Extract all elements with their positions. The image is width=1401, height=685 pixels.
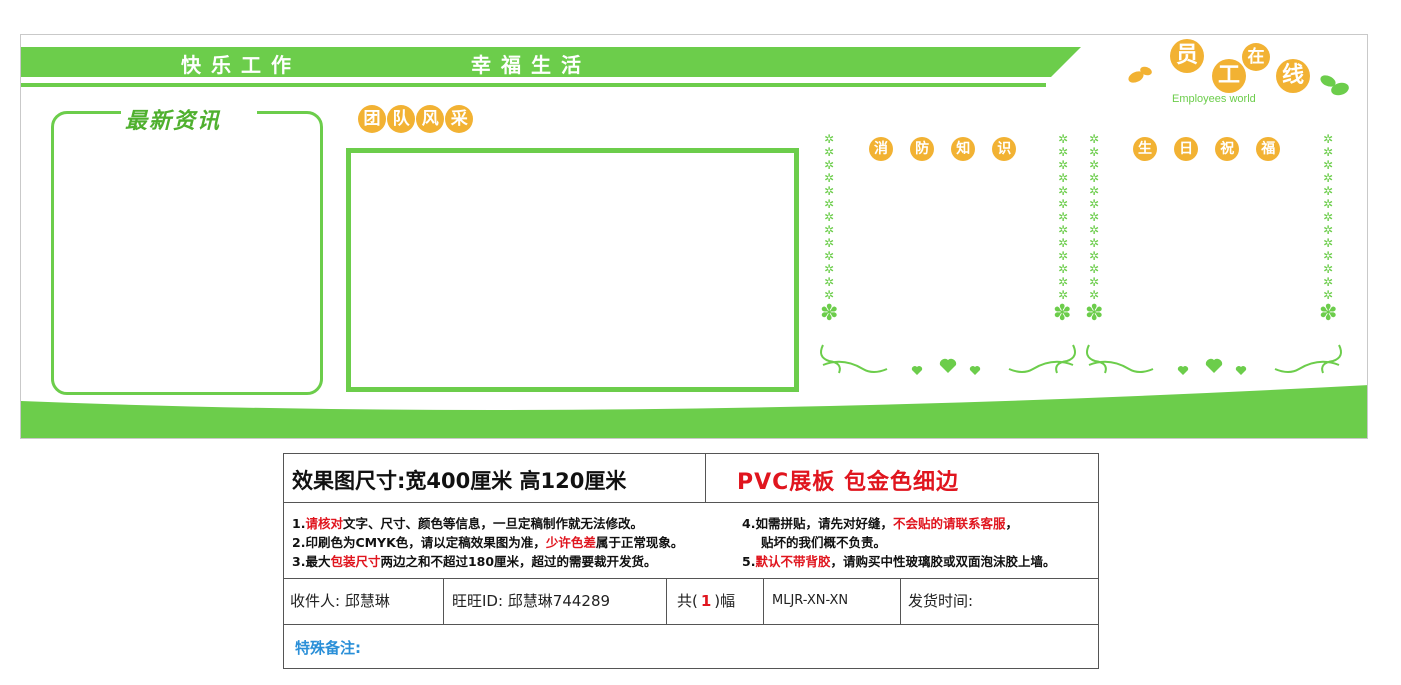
logo-char-4: 线: [1276, 59, 1310, 93]
flower-icon: ✽: [1319, 301, 1338, 326]
flower-icon: ✽: [820, 301, 839, 326]
birthday-char-1: 生: [1133, 137, 1157, 161]
flower-icon: ✽: [1053, 301, 1072, 326]
spec-table: 效果图尺寸:宽400厘米 高120厘米 PVC展板 包金色细边 1.请核对文字、…: [283, 453, 1099, 669]
team-photo-frame: [346, 148, 799, 392]
team-char-1: 团: [358, 105, 386, 133]
special-remark: 特殊备注:: [295, 639, 361, 657]
divider: [705, 454, 706, 502]
employees-online-logo: 员 工 在 线 Employees world: [1126, 35, 1366, 115]
note-4-line-2: 贴坏的我们概不负责。: [761, 535, 887, 550]
banner-slogan-right: 幸福生活: [471, 53, 591, 77]
spec-remark-row: 特殊备注:: [284, 624, 1098, 668]
bottom-wave: [21, 385, 1367, 438]
team-char-4: 采: [445, 105, 474, 133]
fire-char-4: 识: [992, 137, 1017, 161]
butterfly-left-icon: [1128, 66, 1152, 83]
team-title: 团 队 风 采: [358, 105, 474, 139]
wangwang-id: 旺旺ID: 邱慧琳744289: [452, 592, 611, 610]
divider: [900, 578, 901, 624]
team-char-2: 队: [387, 105, 416, 133]
banner-slogan-left: 快乐工作: [181, 53, 301, 77]
fire-knowledge-title: 消 防 知 识: [869, 137, 1028, 161]
spec-notes-row: 1.请核对文字、尺寸、颜色等信息，一旦定稿制作就无法修改。 2.印刷色为CMYK…: [284, 502, 1098, 579]
banner-underline: [21, 83, 1046, 87]
news-frame: [51, 111, 323, 395]
birthday-char-2: 日: [1174, 137, 1199, 161]
spec-shipping-row: 收件人: 邱慧琳 旺旺ID: 邱慧琳744289 共(1)幅 MLJR-XN-X…: [284, 578, 1098, 625]
spec-size-row: 效果图尺寸:宽400厘米 高120厘米 PVC展板 包金色细边: [284, 454, 1098, 503]
note-1: 1.请核对文字、尺寸、颜色等信息，一旦定稿制作就无法修改。: [292, 516, 643, 531]
fire-char-1: 消: [869, 137, 893, 161]
flower-icon: ✽: [1085, 301, 1104, 326]
star-border-right-1: ✲ ✲ ✲ ✲ ✲ ✲ ✲ ✲ ✲ ✲ ✲ ✲ ✲: [1057, 132, 1069, 302]
divider: [666, 578, 667, 624]
note-2: 2.印刷色为CMYK色，请以定稿效果图为准，少许色差属于正常现象。: [292, 535, 684, 550]
recipient: 收件人: 邱慧琳: [290, 592, 390, 610]
birthday-char-3: 祝: [1215, 137, 1240, 161]
note-5: 5.默认不带背胶，请购买中性玻璃胶或双面泡沫胶上墙。: [742, 554, 1056, 569]
fire-char-3: 知: [951, 137, 976, 161]
design-board: 快乐工作 幸福生活 员 工 在 线 Employees world 最新资讯 团…: [20, 34, 1368, 439]
ship-time: 发货时间:: [908, 592, 974, 610]
divider: [763, 578, 764, 624]
butterfly-right-icon: [1320, 75, 1349, 96]
material-label: PVC展板 包金色细边: [737, 470, 959, 495]
birthday-char-4: 福: [1256, 137, 1281, 161]
fire-char-2: 防: [910, 137, 935, 161]
logo-char-1: 员: [1170, 39, 1204, 73]
note-4: 4.如需拼贴，请先对好缝，不会贴的请联系客服，: [742, 516, 1018, 531]
logo-char-2: 工: [1212, 59, 1246, 93]
star-border-left-2: ✲ ✲ ✲ ✲ ✲ ✲ ✲ ✲ ✲ ✲ ✲ ✲ ✲: [1088, 132, 1100, 302]
size-label: 效果图尺寸:宽400厘米 高120厘米: [292, 469, 627, 493]
team-char-3: 风: [416, 105, 445, 133]
news-title: 最新资讯: [125, 108, 222, 134]
divider: [443, 578, 444, 624]
logo-subtitle: Employees world: [1172, 93, 1256, 105]
star-border-right-2: ✲ ✲ ✲ ✲ ✲ ✲ ✲ ✲ ✲ ✲ ✲ ✲ ✲: [1322, 132, 1334, 302]
logo-char-3: 在: [1242, 43, 1270, 71]
product-code: MLJR-XN-XN: [772, 593, 849, 608]
note-3: 3.最大包装尺寸两边之和不超过180厘米，超过的需要裁开发货。: [292, 554, 657, 569]
star-border-left-1: ✲ ✲ ✲ ✲ ✲ ✲ ✲ ✲ ✲ ✲ ✲ ✲ ✲: [823, 132, 835, 302]
birthday-title: 生 日 祝 福: [1133, 137, 1292, 161]
panel-count: 共(1)幅: [677, 592, 736, 610]
